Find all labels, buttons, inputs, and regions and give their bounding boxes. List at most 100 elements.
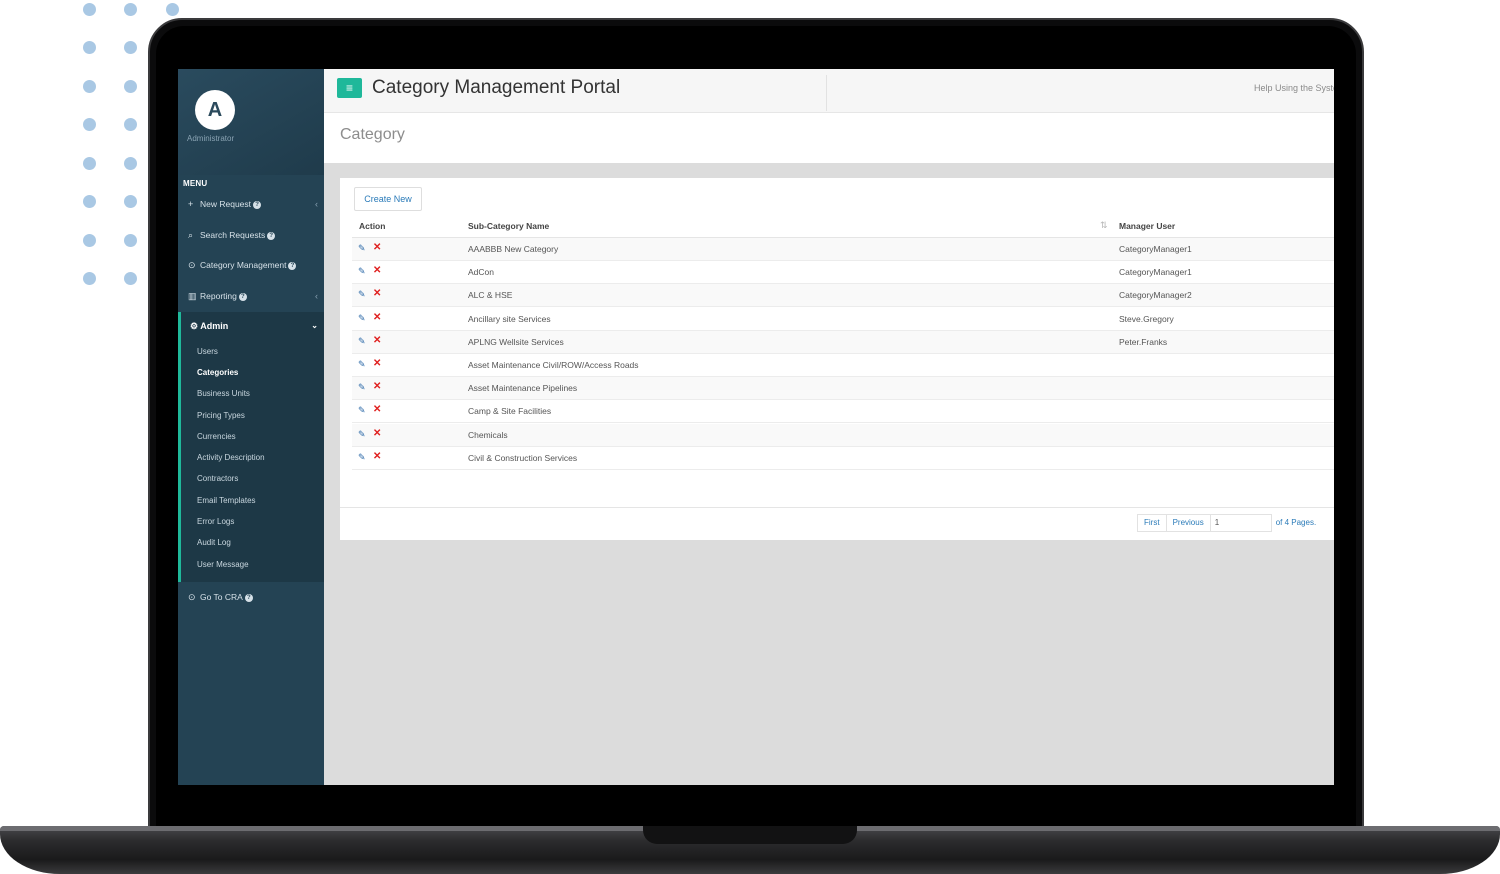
decor-dot: [124, 118, 137, 131]
delete-x-icon[interactable]: ✕: [373, 404, 381, 415]
table-row: ✎ ✕ AdCon CategoryManager1: [352, 261, 1334, 285]
sub-category-name: ALC & HSE: [468, 290, 513, 301]
delete-x-icon[interactable]: ✕: [373, 288, 381, 299]
decor-dot: [83, 41, 96, 54]
chevron-down-icon: ⌄: [311, 321, 318, 330]
sub-category-name: AdCon: [468, 267, 494, 278]
decor-dot: [83, 3, 96, 16]
help-link[interactable]: Help Using the System: [1254, 83, 1334, 93]
decor-dot: [124, 195, 137, 208]
help-icon[interactable]: ?: [288, 262, 297, 270]
gears-icon: ⚙: [190, 321, 199, 331]
sidebar-item-search-requests[interactable]: ⌕ Search Requests?: [178, 223, 324, 247]
admin-item-pricing-types[interactable]: Pricing Types: [197, 411, 245, 420]
admin-item-users[interactable]: Users: [197, 347, 218, 356]
decor-dot: [124, 3, 137, 16]
admin-item-audit-log[interactable]: Audit Log: [197, 538, 231, 547]
help-icon[interactable]: ?: [253, 201, 262, 209]
plus-icon: +: [188, 199, 194, 209]
edit-pencil-icon[interactable]: ✎: [358, 289, 366, 300]
delete-x-icon[interactable]: ✕: [373, 312, 381, 323]
edit-pencil-icon[interactable]: ✎: [358, 382, 366, 393]
sort-icon[interactable]: ⇅: [1100, 220, 1108, 231]
manager-user: CategoryManager1: [1119, 267, 1192, 278]
delete-x-icon[interactable]: ✕: [373, 451, 381, 462]
admin-item-activity-description[interactable]: Activity Description: [197, 453, 265, 462]
column-header-manager-user[interactable]: Manager User: [1119, 221, 1175, 231]
delete-x-icon[interactable]: ✕: [373, 265, 381, 276]
page-count-label: of 4 Pages.: [1275, 518, 1317, 527]
previous-page-button[interactable]: Previous: [1165, 514, 1211, 532]
sidebar-item-new-request[interactable]: + New Request? ‹: [178, 192, 324, 216]
pagination: First Previous 1 of 4 Pages.: [1137, 514, 1317, 532]
divider: [826, 75, 827, 111]
category-panel: Create New Action Sub-Category Name ⇅ Ma…: [340, 178, 1334, 540]
delete-x-icon[interactable]: ✕: [373, 428, 381, 439]
column-header-action: Action: [359, 221, 386, 231]
table-row: ✎ ✕ Camp & Site Facilities: [352, 400, 1334, 424]
chevron-left-icon: ‹: [315, 199, 318, 209]
decor-dot: [124, 157, 137, 170]
delete-x-icon[interactable]: ✕: [373, 381, 381, 392]
page-header: Category: [324, 113, 1334, 163]
edit-pencil-icon[interactable]: ✎: [358, 452, 366, 463]
search-icon: ⌕: [188, 230, 194, 240]
menu-toggle-button[interactable]: ≡: [337, 78, 362, 98]
edit-pencil-icon[interactable]: ✎: [358, 313, 366, 324]
create-new-button[interactable]: Create New: [354, 187, 422, 211]
admin-item-email-templates[interactable]: Email Templates: [197, 496, 256, 505]
edit-pencil-icon[interactable]: ✎: [358, 359, 366, 370]
decor-dot: [83, 195, 96, 208]
laptop-notch: [643, 826, 857, 844]
decor-dot: [124, 41, 137, 54]
chevron-left-icon: ‹: [315, 291, 318, 301]
sidebar-item-label: Admin: [200, 321, 229, 331]
sidebar-item-reporting[interactable]: ▥ Reporting? ‹: [178, 284, 324, 308]
manager-user: Peter.Franks: [1119, 336, 1168, 347]
manager-user: CategoryManager1: [1119, 244, 1192, 254]
help-icon[interactable]: ?: [238, 293, 247, 301]
manager-user: CategoryManager2: [1119, 290, 1192, 301]
column-header-sub-category-name[interactable]: Sub-Category Name: [468, 221, 549, 231]
page-title: Category: [340, 126, 405, 143]
delete-x-icon[interactable]: ✕: [373, 242, 381, 253]
avatar[interactable]: A: [195, 90, 235, 130]
edit-pencil-icon[interactable]: ✎: [358, 429, 366, 440]
help-icon[interactable]: ?: [244, 594, 253, 602]
edit-pencil-icon[interactable]: ✎: [358, 266, 366, 277]
sub-category-name: Civil & Construction Services: [468, 452, 578, 463]
menu-label: MENU: [183, 179, 208, 188]
sidebar-item-category-management[interactable]: ⊙ Category Management?: [178, 253, 324, 277]
decor-dot: [124, 272, 137, 285]
help-icon[interactable]: ?: [267, 232, 276, 240]
admin-item-contractors[interactable]: Contractors: [197, 474, 238, 483]
portal-title: Category Management Portal: [372, 77, 621, 98]
manager-user: Steve.Gregory: [1119, 313, 1174, 324]
sub-category-name: Camp & Site Facilities: [468, 406, 552, 417]
first-page-button[interactable]: First: [1137, 514, 1167, 532]
bar-chart-icon: ▥: [188, 291, 197, 301]
admin-item-categories[interactable]: Categories: [197, 368, 238, 377]
decor-dot: [166, 3, 179, 16]
sidebar-item-label: Search Requests: [200, 230, 266, 240]
table-row: ✎ ✕ Asset Maintenance Civil/ROW/Access Roa…: [352, 354, 1334, 377]
admin-item-currencies[interactable]: Currencies: [197, 432, 236, 441]
delete-x-icon[interactable]: ✕: [373, 335, 381, 346]
sidebar-item-label: Category Management: [200, 260, 287, 270]
table-row: ✎ ✕ APLNG Wellsite Services Peter.Franks: [352, 330, 1334, 354]
delete-x-icon[interactable]: ✕: [373, 358, 381, 369]
admin-item-business-units[interactable]: Business Units: [197, 389, 250, 398]
edit-pencil-icon[interactable]: ✎: [358, 243, 366, 254]
sub-category-name: Asset Maintenance Civil/ROW/Access Roads: [468, 360, 639, 370]
table-row: ✎ ✕ Ancillary site Services Steve.Gregory: [352, 308, 1334, 331]
sub-category-name: Asset Maintenance Pipelines: [468, 383, 578, 394]
admin-item-user-message[interactable]: User Message: [197, 560, 249, 569]
sidebar-item-admin[interactable]: ⚙ Admin ⌄: [181, 312, 324, 340]
decor-dot: [83, 234, 96, 247]
edit-pencil-icon[interactable]: ✎: [358, 405, 366, 416]
admin-item-error-logs[interactable]: Error Logs: [197, 517, 234, 526]
user-panel: A Administrator: [178, 69, 324, 175]
sidebar-item-go-to-cra[interactable]: ⊙ Go To CRA?: [178, 585, 324, 609]
page-number-input[interactable]: 1: [1209, 514, 1272, 532]
edit-pencil-icon[interactable]: ✎: [358, 336, 366, 347]
